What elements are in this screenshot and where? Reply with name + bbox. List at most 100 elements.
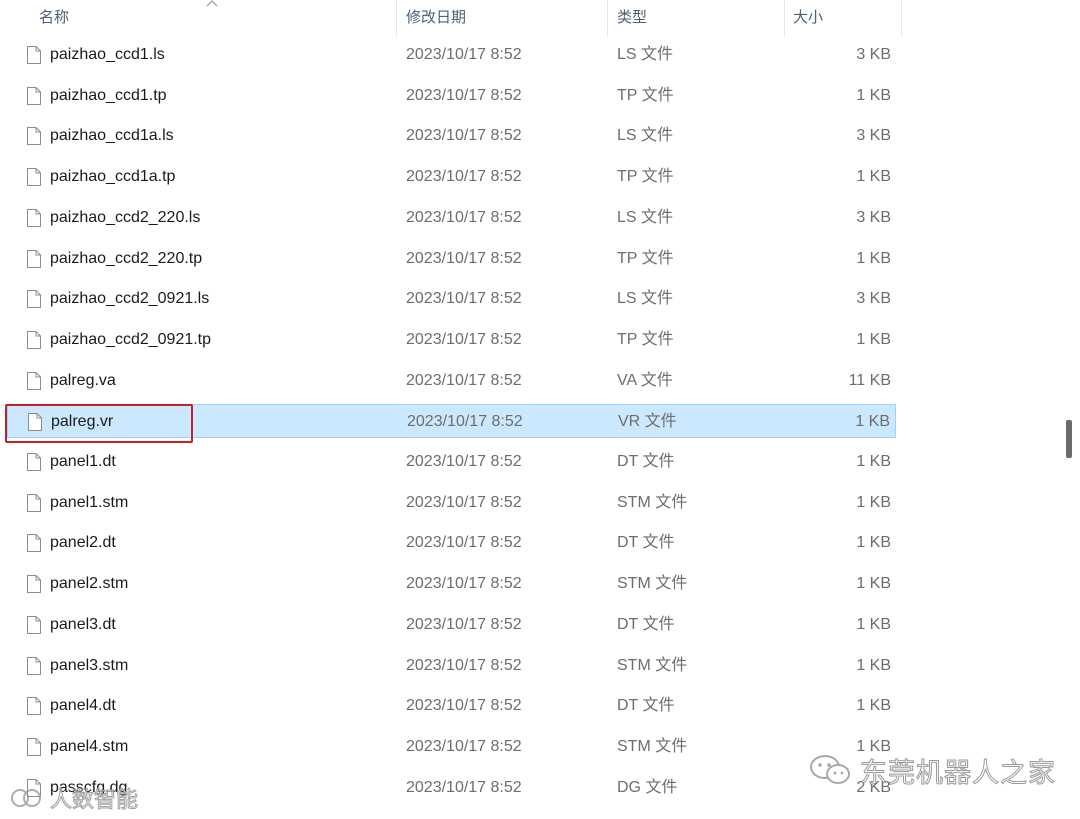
file-row[interactable]: passcfg.dg 2023/10/17 8:52 DG 文件 2 KB [7, 771, 896, 805]
file-row[interactable]: paizhao_ccd2_220.ls 2023/10/17 8:52 LS 文件 3… [7, 201, 896, 235]
watermark-brand: 东莞机器人之家 [808, 752, 1056, 789]
column-header-size-label: 大小 [793, 9, 824, 26]
file-type: DG 文件 [617, 778, 678, 796]
file-row[interactable]: panel4.stm 2023/10/17 8:52 STM 文件 1 KB [7, 730, 896, 764]
file-icon [27, 249, 41, 268]
column-header-type-label: 类型 [617, 9, 648, 26]
vertical-scrollbar[interactable] [1058, 0, 1080, 819]
file-row[interactable]: paizhao_ccd1.ls 2023/10/17 8:52 LS 文件 3 KB [7, 38, 896, 72]
file-type: VA 文件 [617, 371, 673, 389]
watermark-brand-text: 东莞机器人之家 [860, 757, 1056, 789]
file-icon [27, 575, 41, 594]
column-header-type[interactable]: 类型 [608, 0, 785, 36]
file-type: DT 文件 [617, 697, 675, 715]
file-name: panel4.dt [50, 697, 116, 715]
file-row[interactable]: panel1.dt 2023/10/17 8:52 DT 文件 1 KB [7, 445, 896, 479]
file-date: 2023/10/17 8:52 [406, 737, 522, 755]
file-name: panel3.stm [50, 656, 129, 674]
wechat-icon [810, 755, 850, 784]
file-icon [27, 493, 41, 512]
file-row[interactable]: panel2.dt 2023/10/17 8:52 DT 文件 1 KB [7, 526, 896, 560]
file-size: 1 KB [856, 656, 891, 674]
file-date: 2023/10/17 8:52 [406, 656, 522, 674]
file-icon [27, 290, 41, 309]
file-size: 3 KB [856, 127, 891, 145]
file-row[interactable]: panel4.dt 2023/10/17 8:52 DT 文件 1 KB [7, 689, 896, 723]
file-icon [27, 697, 41, 716]
file-size: 1 KB [856, 575, 891, 593]
file-name: panel3.dt [50, 615, 116, 633]
column-header-size[interactable]: 大小 [785, 0, 902, 36]
file-row[interactable]: paizhao_ccd1a.tp 2023/10/17 8:52 TP 文件 1 KB [7, 160, 896, 194]
column-header-bar: 名称 修改日期 类型 大小 [0, 0, 902, 36]
column-header-name[interactable]: 名称 [0, 0, 397, 36]
file-date: 2023/10/17 8:52 [406, 249, 522, 267]
file-date: 2023/10/17 8:52 [406, 697, 522, 715]
file-size: 1 KB [856, 330, 891, 348]
file-name: paizhao_ccd2_220.ls [50, 208, 201, 226]
file-icon [27, 371, 41, 390]
file-type: TP 文件 [617, 86, 674, 104]
file-icon [27, 127, 41, 146]
source-logo-icon [11, 789, 41, 807]
file-date: 2023/10/17 8:52 [406, 46, 522, 63]
file-row[interactable]: palreg.va 2023/10/17 8:52 VA 文件 11 KB [7, 364, 896, 398]
file-name: palreg.va [50, 371, 116, 389]
column-header-date-label: 修改日期 [406, 9, 467, 26]
file-type: LS 文件 [617, 208, 674, 226]
file-type: DT 文件 [617, 534, 675, 552]
file-size: 1 KB [856, 249, 891, 267]
file-name: paizhao_ccd1a.ls [50, 127, 174, 145]
file-type: TP 文件 [617, 330, 674, 348]
file-row[interactable]: panel3.stm 2023/10/17 8:52 STM 文件 1 KB [7, 649, 896, 683]
file-date: 2023/10/17 8:52 [406, 534, 522, 552]
file-icon [27, 46, 41, 64]
file-icon [27, 656, 41, 675]
file-row[interactable]: paizhao_ccd2_220.tp 2023/10/17 8:52 TP 文件 1… [7, 242, 896, 276]
file-row[interactable]: panel2.stm 2023/10/17 8:52 STM 文件 1 KB [7, 567, 896, 601]
file-date: 2023/10/17 8:52 [406, 86, 522, 104]
column-header-date[interactable]: 修改日期 [397, 0, 608, 36]
file-icon [27, 615, 41, 634]
file-date: 2023/10/17 8:52 [406, 371, 522, 389]
file-row[interactable]: paizhao_ccd2_0921.ls 2023/10/17 8:52 LS 文件… [7, 282, 896, 316]
file-icon [27, 86, 41, 105]
file-date: 2023/10/17 8:52 [406, 168, 522, 186]
watermark-source-text: 人数智能 [49, 788, 139, 814]
file-name: paizhao_ccd1.ls [50, 46, 165, 63]
file-date: 2023/10/17 8:52 [406, 453, 522, 470]
file-name: paizhao_ccd1a.tp [50, 168, 176, 186]
file-date: 2023/10/17 8:52 [406, 208, 522, 226]
file-row[interactable]: panel3.dt 2023/10/17 8:52 DT 文件 1 KB [7, 608, 896, 642]
file-type: TP 文件 [617, 249, 674, 267]
file-icon [27, 534, 41, 553]
file-date: 2023/10/17 8:52 [406, 127, 522, 145]
file-name: paizhao_ccd2_0921.ls [50, 290, 210, 308]
file-name: panel4.stm [50, 737, 129, 755]
file-size: 1 KB [856, 534, 891, 552]
file-size: 1 KB [856, 453, 891, 470]
file-size: 1 KB [856, 615, 891, 633]
file-date: 2023/10/17 8:52 [406, 575, 522, 593]
file-name: paizhao_ccd2_220.tp [50, 249, 203, 267]
file-icon [27, 453, 41, 471]
file-type: VR 文件 [618, 413, 677, 431]
file-name: paizhao_ccd1.tp [50, 86, 167, 104]
file-type: STM 文件 [617, 575, 688, 593]
file-row[interactable]: paizhao_ccd1a.ls 2023/10/17 8:52 LS 文件 3 KB [7, 119, 896, 153]
scrollbar-thumb[interactable] [1066, 420, 1072, 458]
file-type: DT 文件 [617, 615, 675, 633]
file-icon [27, 168, 41, 187]
watermark-source: 人数智能 [8, 781, 139, 815]
file-date: 2023/10/17 8:52 [406, 330, 522, 348]
file-size: 3 KB [856, 208, 891, 226]
file-row[interactable]: paizhao_ccd2_0921.tp 2023/10/17 8:52 TP 文件… [7, 323, 896, 357]
file-icon [27, 330, 41, 349]
file-size: 1 KB [855, 413, 890, 431]
file-row[interactable]: panel1.stm 2023/10/17 8:52 STM 文件 1 KB [7, 486, 896, 520]
file-row[interactable]: paizhao_ccd1.tp 2023/10/17 8:52 TP 文件 1 KB [7, 79, 896, 113]
file-size: 1 KB [856, 168, 891, 186]
file-type: DT 文件 [617, 453, 675, 470]
file-date: 2023/10/17 8:52 [406, 290, 522, 308]
file-date: 2023/10/17 8:52 [406, 778, 522, 796]
